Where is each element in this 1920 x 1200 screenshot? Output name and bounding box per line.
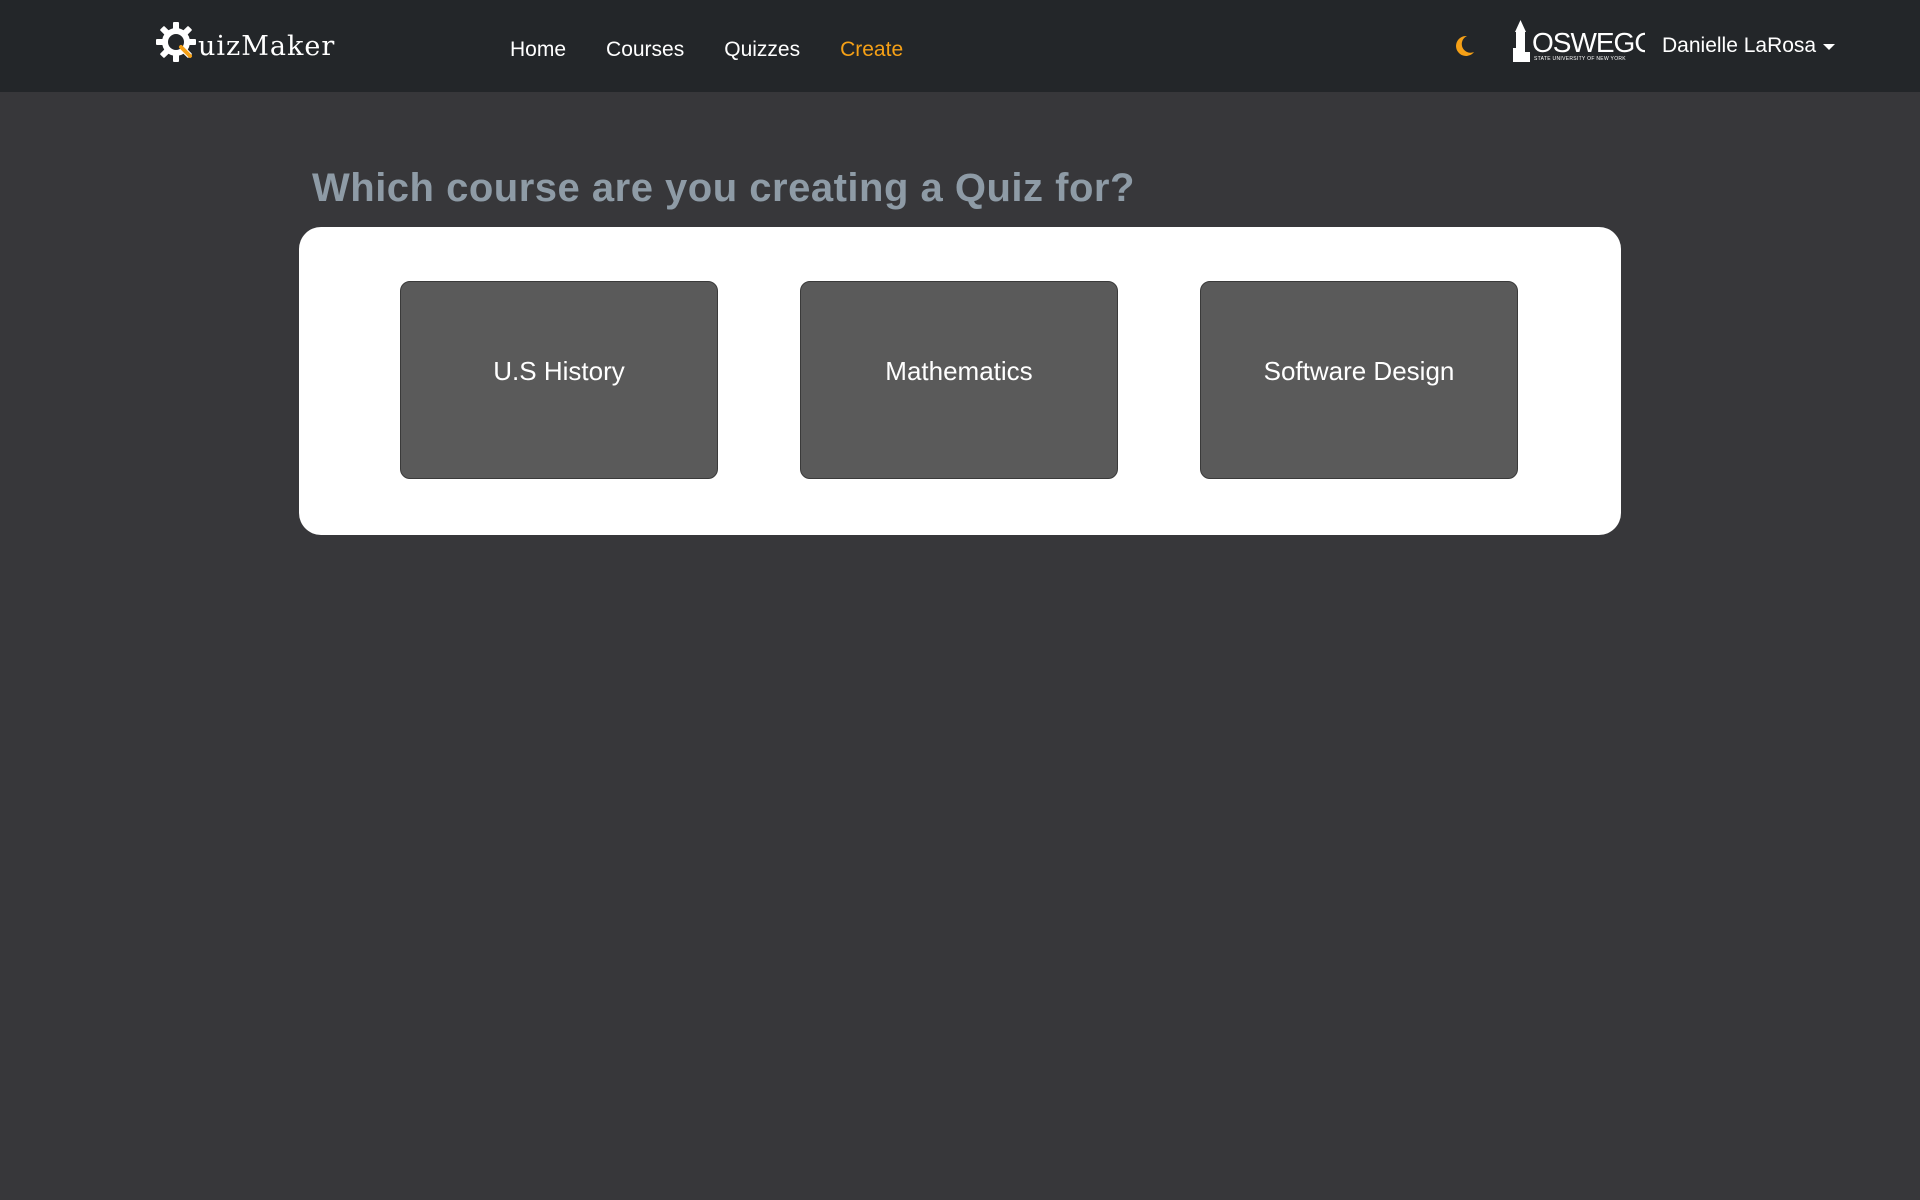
user-dropdown[interactable]: Danielle LaRosa [1662,0,1836,92]
course-card-mathematics[interactable]: Mathematics [800,281,1118,479]
quizmaker-logo[interactable]: uizMaker [154,18,335,66]
main-nav: Home Courses Quizzes Create [510,0,943,100]
brand-name: uizMaker [198,30,336,62]
caret-down-icon [1823,44,1836,50]
gear-logo-icon [156,22,196,62]
course-card-label: Software Design [1263,356,1455,386]
oswego-logo: OSWEGO STATE UNIVERSITY OF NEW YORK [1513,20,1645,62]
course-selection-panel: U.S History Mathematics Software Design [299,227,1621,535]
course-card-label: Mathematics [885,356,1033,386]
oswego-logo-subtext: STATE UNIVERSITY OF NEW YORK [1534,56,1626,62]
nav-quizzes[interactable]: Quizzes [724,38,800,62]
course-card-us-history[interactable]: U.S History [400,281,718,479]
oswego-logo-text: OSWEGO [1532,27,1645,58]
moon-icon[interactable] [1451,33,1477,59]
page-title: Which course are you creating a Quiz for… [312,166,1135,210]
user-name: Danielle LaRosa [1662,34,1817,57]
nav-courses[interactable]: Courses [606,38,684,62]
course-card-label: U.S History [493,356,625,386]
nav-create[interactable]: Create [840,38,903,62]
top-navbar: uizMaker Home Courses Quizzes Create OSW… [0,0,1920,92]
nav-home[interactable]: Home [510,38,566,62]
course-card-software-design[interactable]: Software Design [1200,281,1518,479]
